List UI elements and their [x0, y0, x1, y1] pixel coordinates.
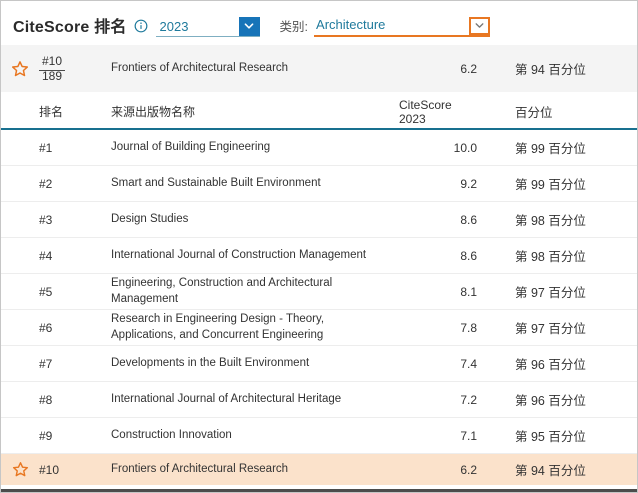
row-rank: #7 — [39, 357, 111, 371]
chevron-down-icon — [474, 20, 485, 31]
row-source-title: Research in Engineering Design - Theory,… — [111, 312, 399, 343]
row-source-title: Design Studies — [111, 212, 399, 228]
row-rank: #4 — [39, 249, 111, 263]
row-percentile: 第 96 百分位 — [477, 354, 637, 373]
row-percentile: 第 97 百分位 — [477, 318, 637, 337]
pinned-citescore: 6.2 — [399, 62, 477, 76]
row-citescore: 8.6 — [399, 249, 477, 263]
table-row[interactable]: #7 Developments in the Built Environment… — [1, 345, 637, 381]
row-citescore: 7.4 — [399, 357, 477, 371]
row-citescore: 8.1 — [399, 285, 477, 299]
pinned-percentile: 第 94 百分位 — [477, 59, 637, 78]
table-row[interactable]: #3 Design Studies 8.6 第 98 百分位 — [1, 201, 637, 237]
pinned-row[interactable]: #10 189 Frontiers of Architectural Resea… — [1, 45, 637, 92]
row-source-title: Frontiers of Architectural Research — [111, 462, 399, 478]
category-label: 类别: — [280, 16, 308, 37]
table-body: #1 Journal of Building Engineering 10.0 … — [1, 130, 637, 485]
row-citescore: 6.2 — [399, 463, 477, 477]
chevron-down-icon — [243, 20, 255, 32]
pinned-total: 189 — [42, 67, 62, 83]
category-select-value: Architecture — [314, 17, 387, 35]
row-source-title: Engineering, Construction and Architectu… — [111, 276, 399, 307]
table-row[interactable]: #8 International Journal of Architectura… — [1, 381, 637, 417]
row-citescore: 7.8 — [399, 321, 477, 335]
row-rank: #5 — [39, 285, 111, 299]
row-percentile: 第 96 百分位 — [477, 390, 637, 409]
controls-bar: CiteScore 排名 2023 类别: Architecture — [1, 1, 637, 38]
row-source-title: Construction Innovation — [111, 428, 399, 444]
row-source-title: Smart and Sustainable Built Environment — [111, 176, 399, 192]
row-citescore: 10.0 — [399, 141, 477, 155]
year-select-value: 2023 — [156, 19, 191, 36]
row-percentile: 第 99 百分位 — [477, 138, 637, 157]
row-citescore: 7.2 — [399, 393, 477, 407]
category-select[interactable]: Architecture — [314, 17, 490, 37]
table-row[interactable]: #9 Construction Innovation 7.1 第 95 百分位 — [1, 417, 637, 453]
row-rank: #2 — [39, 177, 111, 191]
column-header-percentile: 百分位 — [477, 102, 637, 121]
column-header-citescore: CiteScore 2023 — [399, 98, 477, 126]
row-source-title: International Journal of Architectural H… — [111, 392, 399, 408]
row-rank: #8 — [39, 393, 111, 407]
row-rank: #1 — [39, 141, 111, 155]
row-favorite-star-icon[interactable] — [1, 461, 39, 478]
row-rank: #10 — [39, 463, 111, 477]
row-source-title: Developments in the Built Environment — [111, 356, 399, 372]
year-select-chevron-button[interactable] — [239, 17, 260, 36]
year-select[interactable]: 2023 — [156, 17, 260, 37]
row-percentile: 第 97 百分位 — [477, 282, 637, 301]
row-percentile: 第 99 百分位 — [477, 174, 637, 193]
row-source-title: International Journal of Construction Ma… — [111, 248, 399, 264]
column-header-rank: 排名 — [39, 103, 111, 120]
row-percentile: 第 98 百分位 — [477, 246, 637, 265]
column-header-source: 来源出版物名称 — [111, 103, 399, 120]
row-citescore: 8.6 — [399, 213, 477, 227]
row-rank: #3 — [39, 213, 111, 227]
row-percentile: 第 98 百分位 — [477, 210, 637, 229]
category-select-chevron-button[interactable] — [469, 17, 490, 35]
table-row[interactable]: #2 Smart and Sustainable Built Environme… — [1, 165, 637, 201]
table-row[interactable]: #10 Frontiers of Architectural Research … — [1, 453, 637, 485]
table-row[interactable]: #6 Research in Engineering Design - Theo… — [1, 309, 637, 345]
pinned-source-title: Frontiers of Architectural Research — [111, 61, 399, 77]
row-citescore: 9.2 — [399, 177, 477, 191]
row-percentile: 第 94 百分位 — [477, 460, 637, 479]
table-row[interactable]: #1 Journal of Building Engineering 10.0 … — [1, 130, 637, 165]
row-rank: #9 — [39, 429, 111, 443]
row-citescore: 7.1 — [399, 429, 477, 443]
citescore-rank-panel: CiteScore 排名 2023 类别: Architecture — [0, 0, 638, 493]
row-rank: #6 — [39, 321, 111, 335]
table-header-row: 排名 来源出版物名称 CiteScore 2023 百分位 — [1, 95, 637, 130]
row-source-title: Journal of Building Engineering — [111, 140, 399, 156]
bottom-divider — [1, 489, 637, 492]
table-row[interactable]: #5 Engineering, Construction and Archite… — [1, 273, 637, 309]
table-row[interactable]: #4 International Journal of Construction… — [1, 237, 637, 273]
favorite-star-icon[interactable] — [1, 60, 39, 78]
pinned-rank-fraction: #10 189 — [39, 54, 111, 84]
row-percentile: 第 95 百分位 — [477, 426, 637, 445]
page-title: CiteScore 排名 — [13, 13, 127, 37]
info-icon[interactable] — [134, 19, 148, 33]
